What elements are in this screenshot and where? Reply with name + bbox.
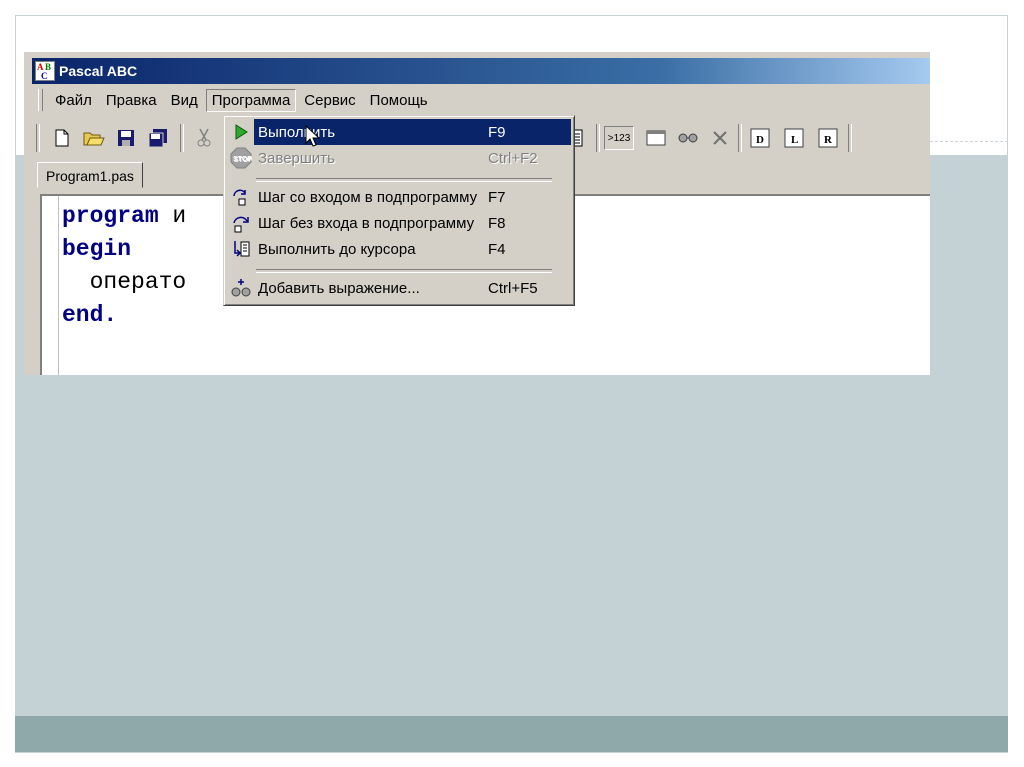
add-watch-icon: [230, 277, 252, 299]
slide-footer-bar: [15, 716, 1008, 752]
menu-item-shortcut: F9: [488, 123, 506, 141]
menu-service[interactable]: Сервис: [298, 89, 361, 112]
menu-file[interactable]: Файл: [49, 89, 98, 112]
menu-item-label: Выполнить: [258, 123, 336, 141]
menubar-grip: [38, 89, 43, 111]
menu-item-label: Шаг без входа в подпрограмму: [258, 214, 475, 232]
code-line: begin: [62, 233, 186, 266]
save-all-icon[interactable]: [146, 126, 170, 150]
menu-item-label: Завершить: [258, 149, 335, 167]
menu-help[interactable]: Помощь: [364, 89, 434, 112]
debug-d-icon[interactable]: D: [748, 126, 772, 150]
code-text: program и begin операто end.: [62, 200, 186, 332]
menu-item-shortcut: F7: [488, 188, 506, 206]
menu-item-label: Добавить выражение...: [258, 279, 420, 297]
title-bar: A B C Pascal ABC: [32, 58, 930, 84]
code-keyword: begin: [62, 236, 132, 262]
menu-item-step-over[interactable]: Шаг без входа в подпрограмму F8: [227, 210, 571, 236]
code-line: end.: [62, 299, 186, 332]
menu-item-shortcut: F4: [488, 240, 506, 258]
menu-item-shortcut: F8: [488, 214, 506, 232]
menu-item-step-into[interactable]: Шаг со входом в подпрограмму F7: [227, 184, 571, 210]
menu-separator: [256, 269, 552, 273]
menu-item-label: Выполнить до курсора: [258, 240, 416, 258]
menu-bar: Файл Правка Вид Программа Сервис Помощь: [32, 86, 930, 114]
run-to-cursor-icon: [230, 238, 252, 260]
code-line: program и: [62, 200, 186, 233]
stop-icon: STOP: [230, 147, 252, 169]
menu-item-run[interactable]: Выполнить F9: [227, 119, 571, 147]
toolbar-separator: [848, 124, 852, 152]
svg-text:D: D: [756, 134, 764, 146]
menu-separator: [256, 178, 552, 182]
menu-item-shortcut: Ctrl+F2: [488, 149, 538, 167]
new-file-icon[interactable]: [50, 126, 74, 150]
output-counter-button[interactable]: >123: [604, 126, 634, 150]
debug-r-icon[interactable]: R: [816, 126, 840, 150]
menu-item-stop[interactable]: STOP Завершить Ctrl+F2: [227, 145, 571, 171]
code-keyword: program: [62, 203, 159, 229]
code-text-span: и: [158, 203, 187, 229]
open-folder-icon[interactable]: [82, 126, 106, 150]
debug-l-icon[interactable]: L: [782, 126, 806, 150]
toolbar-separator: [596, 124, 600, 152]
code-text-span: операто: [62, 269, 187, 295]
menu-item-add-watch[interactable]: Добавить выражение... Ctrl+F5: [227, 275, 571, 301]
slide-divider: [930, 141, 1008, 142]
program-dropdown-menu: Выполнить F9 STOP Завершить Ctrl+F2 Шаг …: [223, 115, 575, 306]
step-into-icon: [230, 186, 252, 208]
menu-program[interactable]: Программа: [205, 88, 297, 112]
menu-view[interactable]: Вид: [165, 89, 204, 112]
code-keyword: end.: [62, 302, 118, 328]
menu-item-shortcut: Ctrl+F5: [488, 279, 538, 297]
toolbar-separator: [738, 124, 742, 152]
editor-gutter: [42, 196, 59, 375]
menu-edit[interactable]: Правка: [100, 89, 163, 112]
watch-glasses-icon[interactable]: [676, 126, 700, 150]
menu-item-label: Шаг со входом в подпрограмму: [258, 188, 478, 206]
delete-watch-icon[interactable]: [708, 126, 732, 150]
svg-text:STOP: STOP: [233, 156, 252, 163]
cut-icon[interactable]: [192, 126, 216, 150]
svg-text:R: R: [824, 134, 833, 146]
app-logo-icon: A B C: [35, 61, 55, 81]
toolbar-grip: [36, 124, 40, 152]
window-title: Pascal ABC: [59, 63, 138, 79]
tab-program1[interactable]: Program1.pas: [37, 162, 143, 188]
svg-text:L: L: [791, 134, 798, 146]
run-icon: [230, 121, 252, 143]
toolbar-separator: [180, 124, 184, 152]
window-icon[interactable]: [644, 126, 668, 150]
step-over-icon: [230, 212, 252, 234]
save-icon[interactable]: [114, 126, 138, 150]
code-line: операто: [62, 266, 187, 299]
menu-item-run-to-cursor[interactable]: Выполнить до курсора F4: [227, 236, 571, 262]
